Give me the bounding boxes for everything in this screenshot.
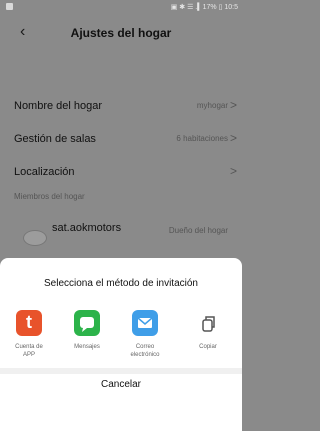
sheet-title: Selecciona el método de invitación — [44, 278, 198, 289]
app-logo-letter: t — [26, 312, 32, 332]
section-title-members: Miembros del hogar — [14, 192, 85, 201]
cancel-button[interactable]: Cancelar — [0, 378, 242, 392]
invite-option-app-account[interactable]: t Cuenta de APP — [4, 310, 54, 359]
settings-row-room-management[interactable]: Gestión de salas 6 habitaciones > — [0, 123, 242, 157]
header: ‹ Ajustes del hogar — [0, 14, 242, 52]
app-t-icon: t — [16, 310, 42, 336]
sheet-divider — [0, 368, 242, 374]
invite-option-email[interactable]: Correo electrónico — [120, 310, 170, 359]
settings-row-value: myhogar — [196, 101, 228, 110]
member-role: Dueño del hogar — [168, 226, 228, 235]
chevron-right-icon: > — [229, 131, 237, 145]
settings-row-label: Nombre del hogar — [14, 100, 103, 112]
invite-option-messages[interactable]: Mensajes — [62, 310, 112, 351]
settings-row-label: Gestión de salas — [14, 133, 96, 145]
invite-option-copy[interactable]: Copiar — [183, 310, 233, 351]
message-bubble-icon — [74, 310, 100, 336]
status-bar: ▣ ✱ ☰ .▍17% ▯ 10:5 — [0, 0, 242, 14]
member-name: sat.aokmotors — [52, 222, 122, 234]
notification-icon — [6, 3, 13, 10]
status-indicators: ▣ ✱ ☰ .▍17% ▯ 10:5 — [170, 4, 238, 11]
invite-option-label: Correo electrónico — [130, 344, 160, 358]
settings-row-location[interactable]: Localización > — [0, 156, 242, 190]
invite-option-label: Cuenta de APP — [15, 344, 43, 358]
invite-option-label: Copiar — [199, 344, 217, 350]
settings-row-home-name[interactable]: Nombre del hogar myhogar > — [0, 90, 242, 124]
invite-option-label: Mensajes — [74, 344, 100, 350]
avatar — [23, 230, 47, 246]
copy-icon — [195, 310, 221, 336]
invite-method-sheet: Selecciona el método de invitación t Cue… — [0, 258, 242, 431]
page-title: Ajustes del hogar — [70, 26, 172, 40]
settings-row-value: 6 habitaciones — [176, 134, 228, 143]
chevron-right-icon: > — [229, 164, 237, 178]
mail-envelope-icon — [132, 310, 158, 336]
chevron-right-icon: > — [229, 98, 237, 112]
settings-row-label: Localización — [14, 166, 75, 178]
